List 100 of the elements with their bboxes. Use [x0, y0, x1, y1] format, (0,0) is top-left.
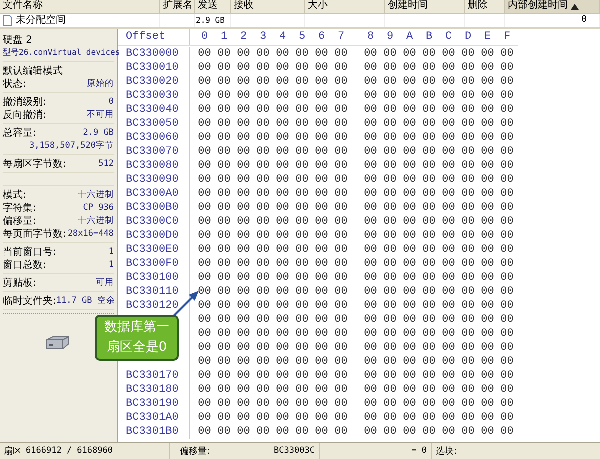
info-value: 不可用	[87, 108, 114, 120]
byte-cell-text: 00	[422, 62, 437, 74]
byte-cell-text: 00	[216, 314, 232, 326]
byte-cell-text: 00	[294, 370, 310, 382]
byte-cell-text: 00	[363, 202, 378, 214]
column-header[interactable]: 发送	[195, 0, 231, 13]
byte-cell-text: 00	[363, 328, 378, 340]
byte-cell-text: 00	[294, 314, 310, 326]
byte-cell-text: 00	[480, 104, 496, 116]
column-header[interactable]: 大小	[305, 0, 385, 13]
byte-cell-text: 00	[236, 230, 252, 242]
byte-cell-text: 00	[256, 342, 271, 354]
byte-cell-text: 00	[441, 314, 456, 326]
byte-cell-text: 00	[363, 230, 378, 242]
column-header[interactable]: 创建时间	[385, 0, 465, 13]
byte-cell-text: 00	[294, 244, 310, 256]
byte-cell-text: 00	[480, 216, 496, 228]
offset-cell: BC330020	[126, 76, 179, 88]
byte-cell-text: 00	[256, 216, 271, 228]
selection-value: = 0	[412, 446, 427, 456]
byte-cell-text: 00	[500, 160, 515, 172]
byte-cell-text: 00	[197, 230, 212, 242]
column-header[interactable]: 接收	[231, 0, 305, 13]
byte-cell-text: 00	[314, 244, 330, 256]
byte-cell-text: 00	[294, 216, 310, 228]
byte-cell-text: 00	[334, 216, 349, 228]
byte-cell-text: 00	[314, 118, 330, 130]
byte-cell-text: 00	[500, 146, 515, 158]
byte-cell-text: 00	[256, 356, 271, 368]
byte-cell-text: 00	[314, 62, 330, 74]
byte-cell-text: 00	[382, 216, 398, 228]
byte-cell-text: 00	[441, 258, 456, 270]
byte-cell-text: 00	[314, 188, 330, 200]
byte-cell-text: 00	[422, 132, 437, 144]
byte-cell-text: 00	[422, 146, 437, 158]
byte-cell-text: 00	[216, 244, 232, 256]
byte-cell-text: 00	[256, 146, 271, 158]
column-header: 3	[258, 31, 268, 43]
byte-cell-text: 00	[197, 160, 212, 172]
column-header: 1	[220, 31, 229, 43]
byte-cell-text: 00	[275, 300, 290, 312]
info-label: 当前窗口号:	[3, 246, 56, 258]
byte-cell-text: 00	[236, 384, 252, 396]
byte-cell-text: 00	[363, 300, 378, 312]
status-label: 偏移量:	[180, 446, 210, 458]
byte-cell-text: 00	[402, 202, 418, 214]
byte-cell-text: 00	[480, 230, 496, 242]
byte-cell-text: 00	[256, 314, 271, 326]
column-header: C	[444, 31, 454, 43]
byte-cell-text: 00	[236, 356, 252, 368]
byte-cell-text: 00	[236, 90, 252, 102]
column-header: 6	[317, 31, 326, 43]
byte-cell-text: 00	[441, 160, 456, 172]
byte-cell-text: 00	[294, 398, 310, 410]
byte-cell-text: 00	[236, 426, 252, 438]
info-label: 反向撤消:	[3, 108, 46, 122]
byte-cell-text: 00	[334, 146, 349, 158]
byte-cell-text: 00	[216, 62, 232, 74]
byte-cell-text: 00	[382, 342, 398, 354]
byte-cell-text: 00	[275, 258, 290, 270]
byte-cell-text: 00	[256, 202, 271, 214]
info-text: 默认编辑模式	[3, 64, 63, 78]
byte-cell-text: 00	[216, 90, 232, 102]
byte-cell-text: 00	[460, 314, 476, 326]
byte-cell-text: 00	[314, 76, 330, 88]
byte-cell-text: 00	[216, 370, 232, 382]
byte-cell-text: 00	[294, 188, 310, 200]
byte-cell-text: 00	[363, 90, 378, 102]
column-header: 4	[278, 31, 288, 43]
byte-cell-text: 00	[216, 286, 232, 298]
byte-cell-text: 00	[422, 160, 437, 172]
byte-cell-text: 00	[363, 76, 378, 88]
byte-cell-text: 00	[294, 286, 310, 298]
info-value: 28x16=448	[68, 228, 114, 238]
byte-cell-text: 00	[363, 272, 378, 284]
byte-cell-text: 00	[256, 76, 271, 88]
byte-cell-text: 00	[314, 174, 330, 186]
byte-cell-text: 00	[334, 272, 349, 284]
byte-cell-text: 00	[422, 412, 437, 424]
byte-cell-text: 00	[363, 384, 378, 396]
byte-cell-text: 00	[256, 258, 271, 270]
byte-cell-text: 00	[441, 356, 456, 368]
byte-cell-text: 00	[256, 328, 271, 340]
byte-cell-text: 00	[216, 174, 232, 186]
file-cell: 0	[582, 14, 587, 27]
byte-cell-text: 00	[422, 328, 437, 340]
byte-cell-text: 00	[314, 286, 330, 298]
byte-cell-text: 00	[460, 272, 476, 284]
byte-cell-text: 00	[294, 174, 310, 186]
info-value: 11.7 GB 空余	[56, 294, 116, 306]
byte-cell-text: 00	[422, 90, 437, 102]
byte-cell-text: 00	[480, 174, 496, 186]
byte-cell-text: 00	[382, 48, 398, 60]
byte-cell-text: 00	[236, 104, 252, 116]
byte-cell-text: 00	[422, 118, 437, 130]
byte-cell-text: 00	[275, 286, 290, 298]
byte-cell-text: 00	[382, 426, 398, 438]
offset-cell: BC3300C0	[126, 216, 179, 228]
byte-cell-text: 00	[402, 370, 418, 382]
byte-cell-text: 00	[441, 286, 456, 298]
